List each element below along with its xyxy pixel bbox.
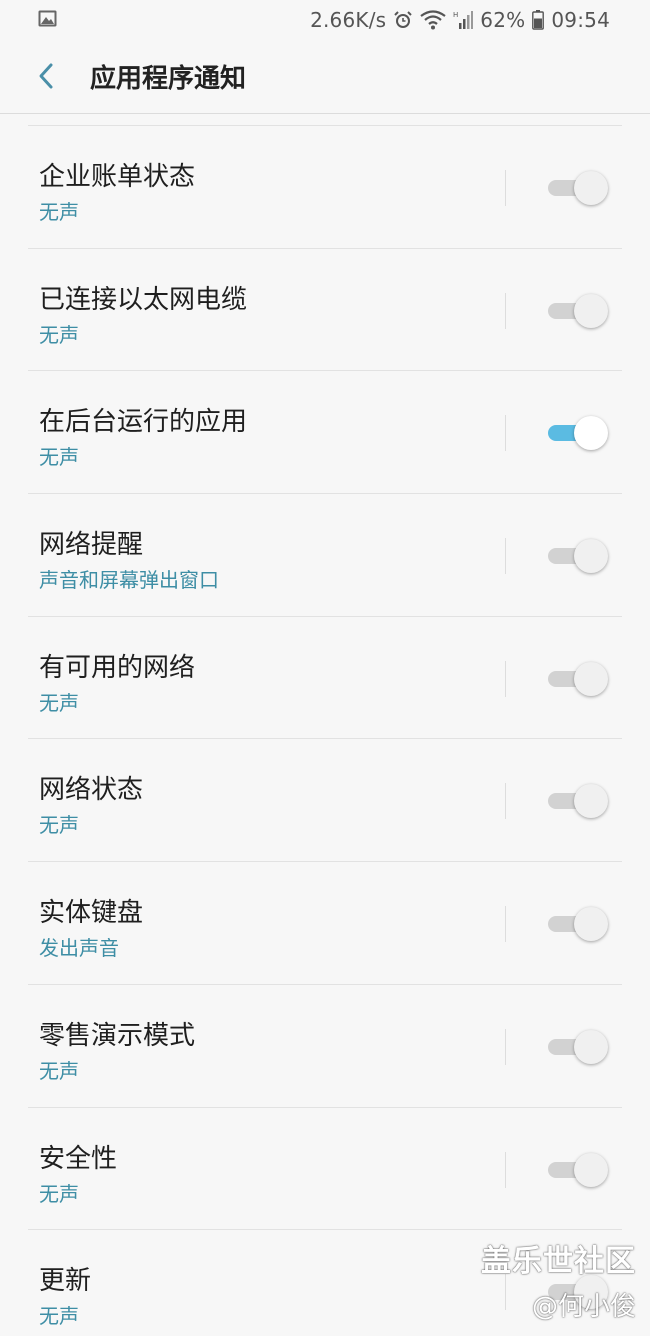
notification-row[interactable]: 实体键盘 发出声音: [28, 862, 622, 985]
row-subtitle: 无声: [39, 1058, 79, 1083]
row-subtitle: 无声: [39, 690, 79, 715]
notification-row[interactable]: 网络提醒声音和屏幕弹出窗口: [28, 494, 622, 617]
row-title: 更新: [39, 1266, 92, 1297]
notification-toggle[interactable]: [548, 907, 608, 942]
row-title: 企业账单状态: [39, 162, 196, 192]
status-bar: 2.66K/s H 62% 09:54: [0, 0, 650, 40]
signal-icon: H: [453, 11, 474, 29]
alarm-icon: [394, 11, 413, 28]
notification-toggle[interactable]: [548, 1152, 608, 1187]
toggle-thumb: [574, 416, 608, 451]
watermark: 盖乐世社区 @何小俊: [481, 1236, 636, 1323]
notification-row[interactable]: 已连接以太网电缆无声: [28, 249, 622, 372]
row-title: 网络提醒: [39, 530, 144, 561]
row-divider: [505, 538, 506, 575]
watermark-site: 盖乐世社区: [481, 1244, 636, 1279]
wifi-icon: [420, 10, 446, 30]
row-divider: [505, 660, 506, 697]
notification-category-list: 企业账单状态 无声 已连接以太网电缆 无声 在后台运行的应用 无声 网络提醒 声音和屏幕弹出窗…: [28, 125, 622, 1336]
row-title: 在后台运行的应用: [39, 407, 248, 438]
network-speed: 2.66K/s: [310, 8, 387, 32]
toggle-thumb: [574, 171, 608, 205]
notification-row[interactable]: 企业账单状态 无声: [28, 126, 622, 249]
row-title: 零售演示模式: [39, 1020, 196, 1051]
row-subtitle: 无声: [39, 813, 79, 838]
row-divider: [505, 170, 506, 206]
page-title: 应用程序通知: [90, 64, 247, 94]
row-subtitle: 无声: [39, 322, 79, 347]
toggle-thumb: [574, 1152, 608, 1187]
clock: 09:54: [551, 8, 610, 32]
row-subtitle: 无声: [39, 1181, 79, 1206]
notification-toggle[interactable]: [548, 784, 608, 819]
battery-percent: 62%: [480, 8, 526, 32]
chevron-left-icon: [39, 63, 53, 89]
toggle-thumb: [574, 293, 608, 328]
toggle-thumb: [574, 784, 608, 819]
battery-icon: [532, 10, 545, 30]
notification-toggle[interactable]: [548, 1029, 608, 1064]
row-divider: [505, 783, 506, 820]
notification-toggle[interactable]: [548, 416, 608, 451]
row-divider: [505, 1028, 506, 1065]
row-title: 实体键盘: [39, 898, 144, 929]
back-button[interactable]: [24, 54, 68, 98]
row-divider: [505, 415, 506, 452]
notification-toggle[interactable]: [548, 539, 608, 574]
row-subtitle: 无声: [39, 445, 79, 470]
notification-row[interactable]: 在后台运行的应用无声: [28, 371, 622, 495]
toggle-thumb: [574, 661, 608, 696]
row-subtitle: 无声: [39, 1304, 79, 1329]
row-divider: [505, 292, 506, 329]
notification-toggle[interactable]: [548, 171, 608, 205]
row-title: 网络状态: [39, 775, 144, 806]
notification-row[interactable]: 安全性 无声: [28, 1108, 622, 1231]
row-title: 已连接以太网电缆: [39, 284, 248, 315]
notification-row[interactable]: 有可用的网络 无声: [28, 617, 622, 740]
toggle-thumb: [574, 539, 608, 574]
notification-row[interactable]: 零售演示模式 无声: [28, 985, 622, 1108]
watermark-author: @何小俊: [531, 1292, 636, 1322]
gallery-icon: [38, 10, 57, 27]
row-divider: [505, 906, 506, 943]
row-divider: [505, 1151, 506, 1188]
notification-toggle[interactable]: [548, 661, 608, 696]
svg-text:H: H: [453, 11, 458, 19]
notification-toggle[interactable]: [548, 293, 608, 328]
toggle-thumb: [574, 1029, 608, 1064]
row-title: 有可用的网络: [39, 652, 196, 683]
app-bar: 应用程序通知: [0, 40, 650, 114]
row-title: 安全性: [39, 1143, 118, 1174]
row-subtitle: 无声: [39, 200, 79, 224]
row-subtitle: 发出声音: [39, 936, 119, 961]
row-subtitle: 声音和屏幕弹出窗口: [39, 568, 219, 593]
toggle-thumb: [574, 907, 608, 942]
notification-row[interactable]: 网络状态 无声: [28, 739, 622, 863]
